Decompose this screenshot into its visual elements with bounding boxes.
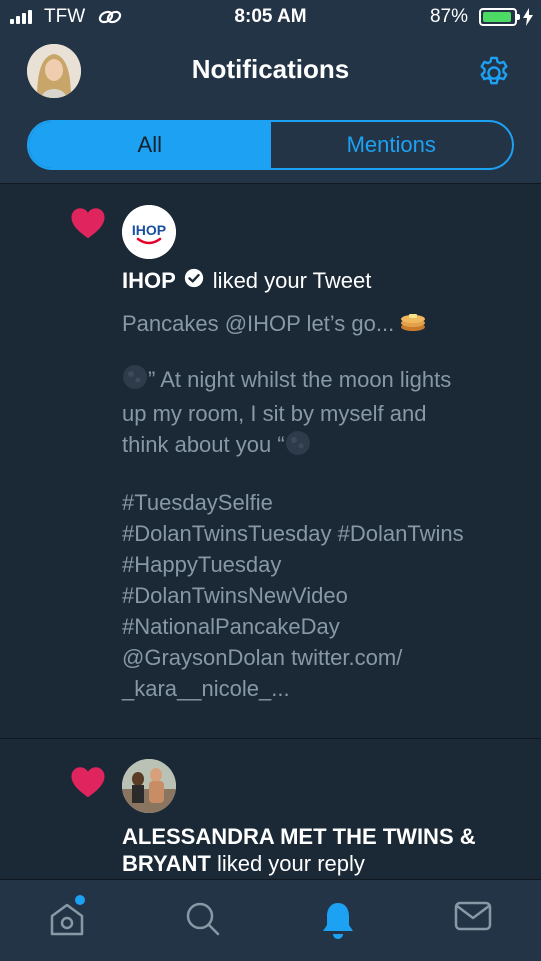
tweet-line: up my room, I sit by myself and	[122, 401, 427, 427]
navigation-header: Notifications All Mentions	[0, 36, 541, 184]
charging-icon	[523, 8, 533, 31]
tab-bar	[0, 879, 541, 961]
account-name[interactable]: IHOP	[122, 268, 176, 294]
notification-item[interactable]: IHOP IHOP liked your Tweet Pancakes @IHO…	[0, 184, 541, 739]
heart-icon	[70, 206, 106, 244]
ihop-logo-text: IHOP	[132, 222, 166, 238]
ihop-logo[interactable]: IHOP	[122, 205, 176, 259]
notification-filter: All Mentions	[27, 120, 514, 170]
notification-item[interactable]: ALESSANDRA MET THE TWINS & BRYANT liked …	[0, 739, 541, 879]
search-icon[interactable]	[184, 900, 222, 943]
gear-icon[interactable]	[475, 54, 513, 97]
new-activity-dot	[75, 895, 85, 905]
moon-icon	[122, 364, 148, 398]
tab-all[interactable]: All	[29, 122, 271, 168]
verified-badge-icon	[184, 268, 204, 294]
tweet-line: #NationalPancakeDay	[122, 613, 340, 639]
tweet-line: #DolanTwinsNewVideo	[122, 582, 348, 608]
page-title: Notifications	[191, 54, 350, 84]
tweet-line: _kara__nicole_...	[122, 675, 290, 701]
tweet-text[interactable]: Pancakes @IHOP let’s go... ” At night wh…	[122, 308, 522, 704]
tweet-line: #TuesdaySelfie	[122, 489, 273, 515]
tweet-line: Pancakes @IHOP let’s go...	[122, 311, 395, 336]
notification-headline: IHOP liked your Tweet	[122, 268, 371, 294]
notification-action: liked your reply	[216, 851, 365, 876]
home-icon[interactable]	[48, 900, 86, 945]
moon-icon	[285, 430, 311, 464]
tab-mentions[interactable]: Mentions	[271, 122, 513, 168]
tweet-line: #HappyTuesday	[122, 551, 282, 577]
mail-icon[interactable]	[454, 900, 492, 937]
user-avatar[interactable]	[122, 759, 176, 813]
tweet-line: ” At night whilst the moon lights	[148, 367, 452, 393]
tweet-line: think about you “	[122, 432, 285, 458]
notification-headline: ALESSANDRA MET THE TWINS & BRYANT liked …	[122, 823, 522, 877]
notification-action: liked your Tweet	[212, 268, 372, 293]
pancakes-icon	[400, 309, 426, 341]
status-bar: TFW 8:05 AM 87%	[0, 0, 541, 36]
tweet-line: #DolanTwinsTuesday #DolanTwins	[122, 520, 464, 546]
battery-icon	[479, 8, 520, 26]
tweet-line: @GraysonDolan twitter.com/	[122, 644, 403, 670]
heart-icon	[70, 765, 106, 803]
battery-percent: 87%	[429, 6, 468, 27]
bell-icon[interactable]	[320, 900, 356, 945]
